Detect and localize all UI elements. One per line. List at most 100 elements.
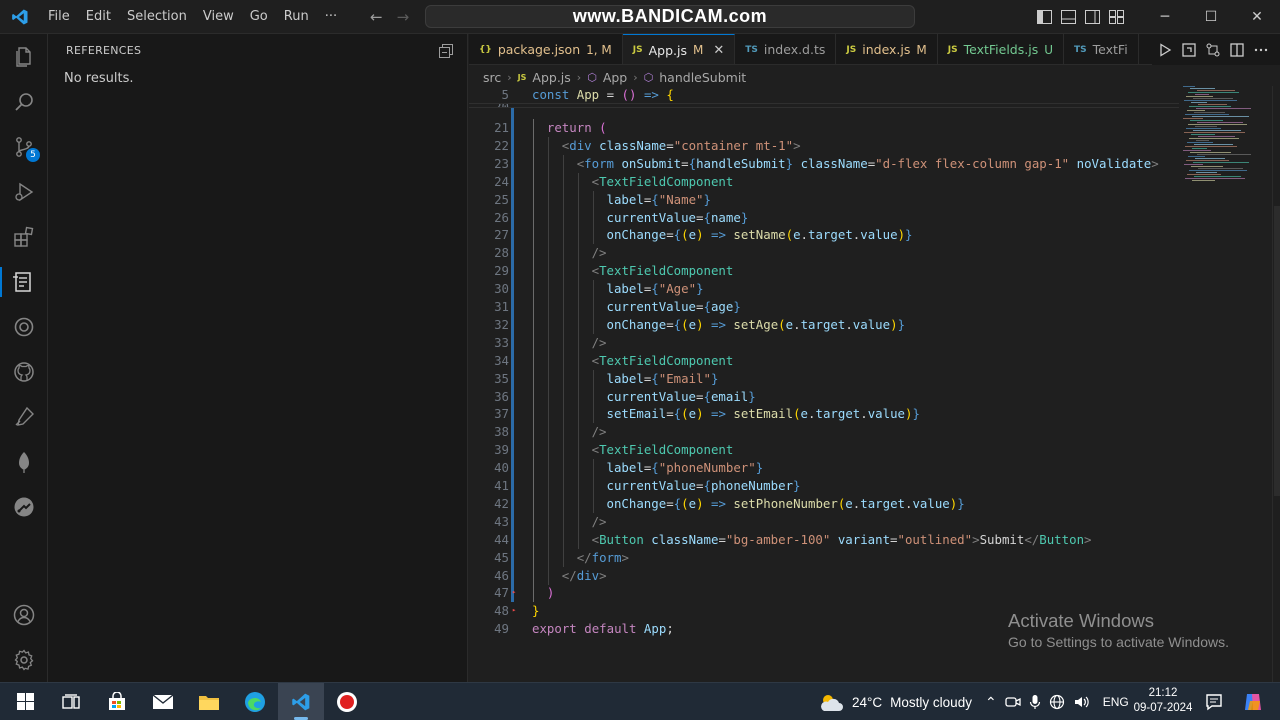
extensions-icon[interactable] bbox=[0, 214, 48, 259]
account-icon[interactable] bbox=[0, 592, 48, 637]
tab-app-js[interactable]: JS App.js M ✕ bbox=[622, 34, 736, 64]
weather-widget[interactable]: 24°C Mostly cloudy bbox=[818, 683, 972, 720]
menu-item-view[interactable]: View bbox=[195, 0, 242, 34]
run-debug-icon[interactable] bbox=[0, 169, 48, 214]
toggle-panel-icon[interactable] bbox=[1056, 0, 1080, 34]
close-window-button[interactable]: ✕ bbox=[1234, 0, 1280, 34]
code-line[interactable]: 45 </form> bbox=[469, 548, 1179, 567]
code-line[interactable]: 30 label={"Age"} bbox=[469, 280, 1179, 299]
vertical-scrollbar[interactable] bbox=[1272, 86, 1280, 682]
code-line[interactable]: 39 <TextFieldComponent bbox=[469, 441, 1179, 460]
network-globe-icon[interactable] bbox=[1049, 694, 1065, 710]
code-line[interactable]: 34 <TextFieldComponent bbox=[469, 351, 1179, 370]
back-arrow-icon[interactable]: ← bbox=[370, 8, 383, 26]
notification-center-icon[interactable] bbox=[1204, 692, 1224, 712]
code-line[interactable]: 28 /> bbox=[469, 244, 1179, 263]
tab-index-js[interactable]: JS index.js M bbox=[836, 34, 938, 64]
meet-now-icon[interactable] bbox=[1005, 695, 1021, 709]
menu-item-file[interactable]: File bbox=[40, 0, 78, 34]
language-indicator[interactable]: ENG bbox=[1103, 695, 1129, 709]
toggle-secondary-sidebar-icon[interactable] bbox=[1080, 0, 1104, 34]
breadcrumb-symbol[interactable]: handleSubmit bbox=[659, 70, 746, 85]
command-center[interactable]: www.BANDICAM.com bbox=[425, 5, 915, 28]
references-icon[interactable] bbox=[0, 259, 48, 304]
menu-item-run[interactable]: Run bbox=[276, 0, 317, 34]
tab-package-json[interactable]: {} package.json 1, M bbox=[469, 34, 623, 64]
code-line[interactable]: 40 label={"phoneNumber"} bbox=[469, 459, 1179, 478]
code-line[interactable]: 38 /> bbox=[469, 423, 1179, 442]
code-line[interactable]: 35 label={"Email"} bbox=[469, 369, 1179, 388]
git-modified-gutter[interactable] bbox=[511, 100, 514, 603]
code-token: > bbox=[599, 567, 607, 583]
more-actions-icon[interactable] bbox=[1254, 43, 1268, 57]
tab-index-d-ts[interactable]: TS index.d.ts bbox=[735, 34, 837, 64]
menu-item-go[interactable]: Go bbox=[242, 0, 276, 34]
vscode-taskbar-icon[interactable] bbox=[278, 682, 324, 720]
code-line[interactable]: 44 <Button className="bg-amber-100" varia… bbox=[469, 530, 1179, 549]
git-deleted-gutter-icon[interactable]: ▸ bbox=[512, 588, 516, 596]
code-line[interactable]: 27 onChange={(e) => setName(e.target.valu… bbox=[469, 226, 1179, 245]
volume-icon[interactable] bbox=[1073, 694, 1091, 710]
git-deleted-gutter-icon[interactable]: ▸ bbox=[512, 606, 516, 614]
menu-item-selection[interactable]: Selection bbox=[119, 0, 195, 34]
code-line[interactable]: 21 return ( bbox=[469, 119, 1179, 137]
mail-icon[interactable] bbox=[140, 683, 186, 720]
taskbar-clock[interactable]: 21:12 09-07-2024 bbox=[1132, 686, 1194, 716]
breadcrumb-folder[interactable]: src bbox=[483, 70, 501, 85]
code-line[interactable]: 22 <div className="container mt-1"> bbox=[469, 136, 1179, 155]
forward-arrow-icon[interactable]: → bbox=[397, 8, 410, 26]
code-line[interactable]: 32 onChange={(e) => setAge(e.target.value… bbox=[469, 315, 1179, 334]
file-explorer-icon[interactable] bbox=[186, 683, 232, 720]
bandicam-record-icon[interactable] bbox=[324, 683, 370, 720]
tab-textfields-js[interactable]: JS TextFields.js U bbox=[938, 34, 1065, 64]
testing-icon[interactable] bbox=[0, 394, 48, 439]
sticky-scroll-line[interactable]: 5 const App = () => { bbox=[469, 86, 1179, 104]
close-tab-icon[interactable]: ✕ bbox=[713, 43, 724, 58]
breadcrumb-component[interactable]: App bbox=[603, 70, 627, 85]
task-view-icon[interactable] bbox=[48, 683, 94, 720]
code-line[interactable]: 23 <form onSubmit={handleSubmit} classNam… bbox=[469, 154, 1179, 173]
code-line[interactable]: 37 setEmail={(e) => setEmail(e.target.val… bbox=[469, 405, 1179, 424]
code-line[interactable]: 31 currentValue={age} bbox=[469, 298, 1179, 316]
github-icon[interactable] bbox=[0, 349, 48, 394]
code-line[interactable]: 36 currentValue={email} bbox=[469, 387, 1179, 406]
menu-item-edit[interactable]: Edit bbox=[78, 0, 119, 34]
code-line[interactable]: 41 currentValue={phoneNumber} bbox=[469, 477, 1179, 495]
menu-item-more[interactable]: ··· bbox=[317, 0, 345, 34]
remote-icon[interactable] bbox=[0, 304, 48, 349]
microphone-icon[interactable] bbox=[1029, 694, 1041, 710]
open-preview-icon[interactable] bbox=[1182, 42, 1196, 57]
explorer-icon[interactable] bbox=[0, 34, 48, 79]
settings-gear-icon[interactable] bbox=[0, 637, 48, 682]
maximize-button[interactable]: ☐ bbox=[1188, 0, 1234, 34]
collapse-all-icon[interactable] bbox=[439, 43, 453, 58]
code-line[interactable]: 43 /> bbox=[469, 512, 1179, 531]
search-icon[interactable] bbox=[0, 79, 48, 124]
code-line[interactable]: 33 /> bbox=[469, 333, 1179, 352]
chevron-up-icon[interactable]: ⌃ bbox=[985, 694, 997, 711]
code-line[interactable]: 24 <TextFieldComponent bbox=[469, 172, 1179, 191]
code-line[interactable]: 26 currentValue={name} bbox=[469, 208, 1179, 227]
edge-browser-icon[interactable] bbox=[232, 683, 278, 720]
gitlens-icon[interactable] bbox=[0, 484, 48, 529]
split-editor-icon[interactable] bbox=[1230, 42, 1244, 57]
code-line[interactable]: 25 label={"Name"} bbox=[469, 190, 1179, 209]
compare-changes-icon[interactable] bbox=[1206, 43, 1220, 57]
tab-textfi[interactable]: TS TextFi bbox=[1064, 34, 1139, 64]
windows-start-icon[interactable] bbox=[2, 683, 48, 720]
minimize-button[interactable]: ─ bbox=[1142, 0, 1188, 34]
copilot-icon[interactable] bbox=[1242, 691, 1264, 713]
scrollbar-thumb[interactable] bbox=[1274, 206, 1280, 496]
code-line[interactable]: 46 </div> bbox=[469, 566, 1179, 585]
breadcrumb-file[interactable]: App.js bbox=[532, 70, 570, 85]
code-line[interactable]: 29 <TextFieldComponent bbox=[469, 262, 1179, 281]
mongodb-icon[interactable] bbox=[0, 439, 48, 484]
run-file-icon[interactable] bbox=[1158, 42, 1172, 57]
minimap[interactable] bbox=[1179, 86, 1269, 216]
code-line[interactable]: 47) bbox=[469, 584, 1179, 603]
source-control-icon[interactable]: 5 bbox=[0, 124, 48, 169]
toggle-primary-sidebar-icon[interactable] bbox=[1032, 0, 1056, 34]
microsoft-store-icon[interactable] bbox=[94, 683, 140, 720]
code-line[interactable]: 42 onChange={(e) => setPhoneNumber(e.targ… bbox=[469, 494, 1179, 513]
customize-layout-icon[interactable] bbox=[1104, 0, 1128, 34]
